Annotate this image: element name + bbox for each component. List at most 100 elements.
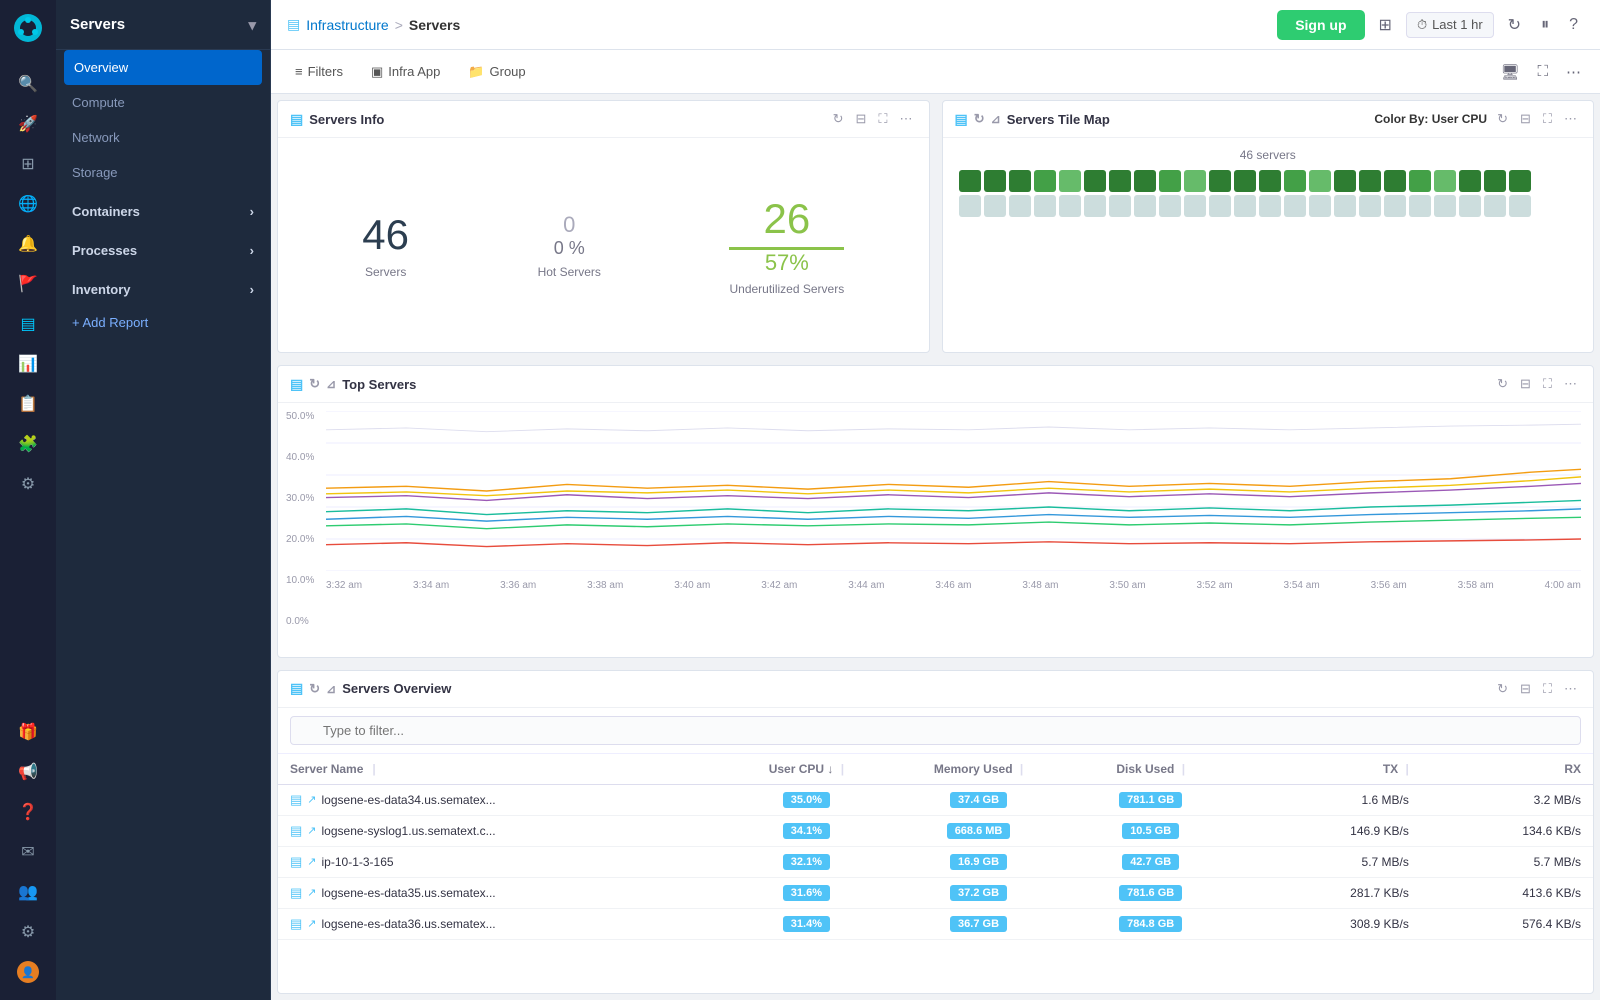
sidebar-item-processes[interactable]: Processes › <box>56 229 270 268</box>
panel-more-btn[interactable]: ⋯ <box>896 109 917 129</box>
table-row[interactable]: ▤ ↗ logsene-syslog1.us.sematext.c... 34.… <box>278 816 1593 847</box>
nav-globe-icon[interactable]: 🌐 <box>10 186 46 222</box>
tile-item[interactable] <box>1384 195 1406 217</box>
tile-item[interactable] <box>1159 195 1181 217</box>
tile-item[interactable] <box>1084 170 1106 192</box>
tile-item[interactable] <box>1234 195 1256 217</box>
top-servers-more-btn[interactable]: ⋯ <box>1560 374 1581 394</box>
overview-more-btn[interactable]: ⋯ <box>1560 679 1581 699</box>
tile-item[interactable] <box>1284 170 1306 192</box>
tile-item[interactable] <box>1009 195 1031 217</box>
overview-expand-btn[interactable]: ⛶ <box>1539 679 1556 699</box>
table-row[interactable]: ▤ ↗ logsene-es-data36.us.sematex... 31.4… <box>278 909 1593 940</box>
filter-input[interactable] <box>290 716 1581 745</box>
nav-gift-icon[interactable]: 🎁 <box>10 714 46 750</box>
tile-item[interactable] <box>1434 170 1456 192</box>
tile-item[interactable] <box>959 170 981 192</box>
nav-search-icon[interactable]: 🔍 <box>10 66 46 102</box>
nav-report-icon[interactable]: 📋 <box>10 386 46 422</box>
tile-item[interactable] <box>1034 195 1056 217</box>
sidebar-item-storage[interactable]: Storage <box>56 155 270 190</box>
tile-item[interactable] <box>1109 195 1131 217</box>
sidebar-item-containers[interactable]: Containers › <box>56 190 270 229</box>
nav-avatar-icon[interactable]: 👤 <box>10 954 46 990</box>
tile-item[interactable] <box>1434 195 1456 217</box>
tile-item[interactable] <box>1034 170 1056 192</box>
tile-map-expand-btn[interactable]: ⛶ <box>1539 109 1556 129</box>
tile-item[interactable] <box>1209 170 1231 192</box>
tile-item[interactable] <box>1134 195 1156 217</box>
tile-item[interactable] <box>1409 170 1431 192</box>
tile-item[interactable] <box>1234 170 1256 192</box>
sidebar-item-compute[interactable]: Compute <box>56 85 270 120</box>
nav-puzzle-icon[interactable]: 🧩 <box>10 426 46 462</box>
nav-flag-icon[interactable]: 🚩 <box>10 266 46 302</box>
nav-speaker-icon[interactable]: 📢 <box>10 754 46 790</box>
add-report-button[interactable]: + Add Report <box>56 307 270 338</box>
table-row[interactable]: ▤ ↗ logsene-es-data34.us.sematex... 35.0… <box>278 785 1593 816</box>
nav-grid-icon[interactable]: ⊞ <box>10 146 46 182</box>
group-button[interactable]: 📁 Group <box>456 59 537 85</box>
tile-item[interactable] <box>1084 195 1106 217</box>
tile-item[interactable] <box>1509 195 1531 217</box>
sidebar-item-inventory[interactable]: Inventory › <box>56 268 270 307</box>
top-servers-expand-btn[interactable]: ⛶ <box>1539 374 1556 394</box>
tile-item[interactable] <box>1284 195 1306 217</box>
tile-item[interactable] <box>1484 195 1506 217</box>
nav-rocket-icon[interactable]: 🚀 <box>10 106 46 142</box>
tile-item[interactable] <box>1059 195 1081 217</box>
more-options-btn[interactable]: ⋯ <box>1559 59 1588 85</box>
help-button[interactable]: ? <box>1563 12 1584 38</box>
nav-mail-icon[interactable]: ✉ <box>10 834 46 870</box>
tile-item[interactable] <box>1059 170 1081 192</box>
tile-map-minimize-btn[interactable]: ⊟ <box>1516 109 1535 129</box>
tile-item[interactable] <box>1459 170 1481 192</box>
tile-item[interactable] <box>1159 170 1181 192</box>
nav-apps-icon[interactable]: ⚙ <box>10 466 46 502</box>
nav-chart-icon[interactable]: 📊 <box>10 346 46 382</box>
tile-item[interactable] <box>984 195 1006 217</box>
tile-item[interactable] <box>1459 195 1481 217</box>
signup-button[interactable]: Sign up <box>1277 10 1364 40</box>
tile-item[interactable] <box>1409 195 1431 217</box>
grid-view-button[interactable]: ⊞ <box>1373 11 1398 39</box>
tile-item[interactable] <box>1259 195 1281 217</box>
tile-item[interactable] <box>1334 195 1356 217</box>
sidebar-item-network[interactable]: Network <box>56 120 270 155</box>
tile-item[interactable] <box>1184 170 1206 192</box>
infra-app-button[interactable]: ▣ Infra App <box>359 59 452 85</box>
overview-minimize-btn[interactable]: ⊟ <box>1516 679 1535 699</box>
tile-item[interactable] <box>1359 170 1381 192</box>
tile-item[interactable] <box>1509 170 1531 192</box>
expand-icon-btn[interactable]: ⛶ <box>1530 59 1555 85</box>
panel-expand-btn[interactable]: ⛶ <box>874 109 891 129</box>
tile-item[interactable] <box>1134 170 1156 192</box>
tile-item[interactable] <box>1309 170 1331 192</box>
pause-button[interactable]: ⏸ <box>1535 12 1555 38</box>
nav-settings-icon[interactable]: ⚙ <box>10 914 46 950</box>
tile-item[interactable] <box>1259 170 1281 192</box>
top-servers-minimize-btn[interactable]: ⊟ <box>1516 374 1535 394</box>
row-link-icon[interactable]: ↗ <box>307 824 316 837</box>
tile-item[interactable] <box>1334 170 1356 192</box>
tile-item[interactable] <box>1009 170 1031 192</box>
table-row[interactable]: ▤ ↗ ip-10-1-3-165 32.1% 16.9 GB 42.7 GB … <box>278 847 1593 878</box>
sidebar-item-overview[interactable]: Overview <box>64 50 262 85</box>
refresh-button[interactable]: ↻ <box>1502 11 1527 39</box>
panel-minimize-btn[interactable]: ⊟ <box>851 109 870 129</box>
overview-refresh-btn[interactable]: ↻ <box>1493 679 1512 699</box>
tile-item[interactable] <box>1209 195 1231 217</box>
nav-team-icon[interactable]: 👥 <box>10 874 46 910</box>
row-link-icon[interactable]: ↗ <box>307 793 316 806</box>
sidebar-collapse-icon[interactable]: ▾ <box>248 16 256 34</box>
tile-map-refresh-btn[interactable]: ↻ <box>1493 109 1512 129</box>
filters-button[interactable]: ≡ Filters <box>283 59 355 84</box>
tile-map-more-btn[interactable]: ⋯ <box>1560 109 1581 129</box>
breadcrumb-infra-link[interactable]: Infrastructure <box>306 17 388 33</box>
app-logo[interactable] <box>10 10 46 46</box>
tile-item[interactable] <box>1184 195 1206 217</box>
nav-help-icon[interactable]: ❓ <box>10 794 46 830</box>
tile-item[interactable] <box>1384 170 1406 192</box>
tile-item[interactable] <box>1109 170 1131 192</box>
nav-server-icon[interactable]: ▤ <box>10 306 46 342</box>
